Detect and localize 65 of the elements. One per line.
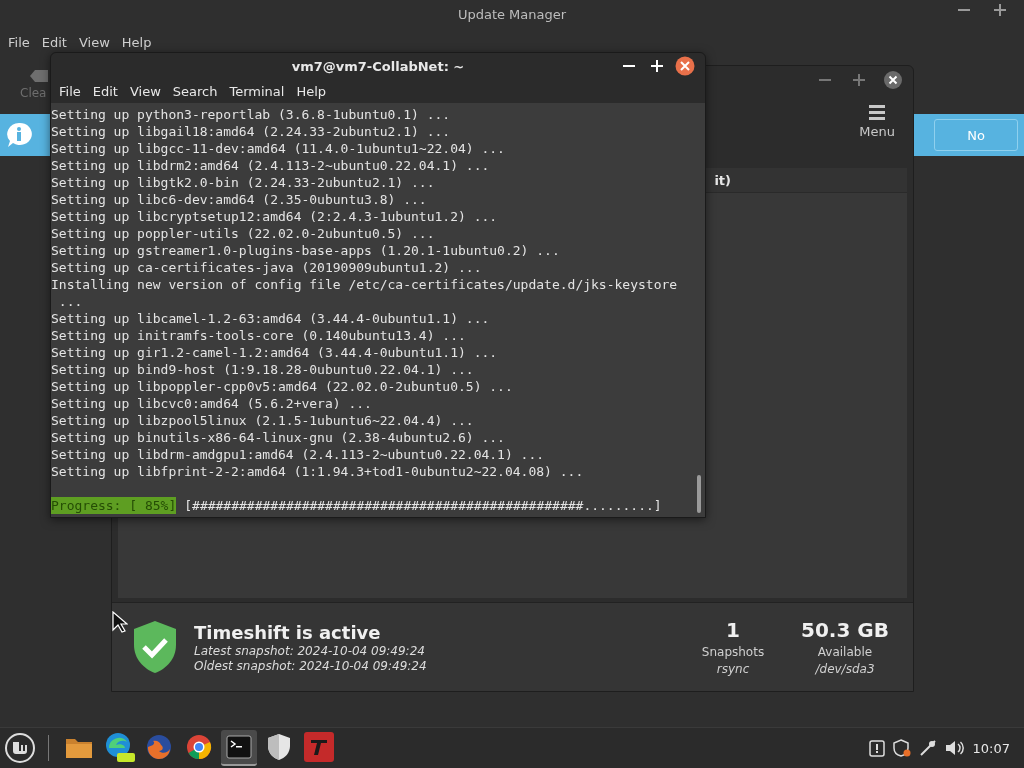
stat-value: 50.3 GB [801,618,889,642]
stat-label: Snapshots [701,645,765,659]
output-line: Setting up gir1.2-camel-1.2:amd64 (3.44.4-0ubuntu1.1) ... [51,344,499,361]
menu-item[interactable]: View [123,83,167,99]
output-line: Setting up binutils-x86-64-linux-gnu (2.38-4ubuntu2.6) ... [51,429,506,446]
output-line: ... [57,293,84,310]
stat-detail: rsync [716,662,750,676]
close-icon[interactable] [883,70,903,90]
output-line: Setting up libcryptsetup12:amd64 (2:2.4.3-1ubuntu1.2) ... [51,208,499,225]
scrollbar-thumb[interactable] [697,475,701,513]
output-line: Setting up poppler-utils (22.02.0-2ubuntu0.5) ... [51,225,436,242]
terminal-icon [226,735,252,759]
app-icon [304,732,334,762]
progress-label: Progress: [ 85%] [51,497,177,514]
output-line: Setting up python3-reportlab (3.6.8-1ubuntu0.1) ... [51,106,452,123]
output-line: Setting up ca-certificates-java (20190909ubuntu1.2) ... [51,259,483,276]
status-title: Timeshift is active [194,621,382,643]
output-line: Setting up libcamel-1.2-63:amd64 (3.44.4-0ubuntu1.1) ... [51,310,491,327]
window-title: Update Manager [457,6,567,22]
output-line: Setting up gstreamer1.0-plugins-base-apps (1.20.1-1ubuntu0.2) ... [51,242,561,259]
shield-icon[interactable] [892,739,911,757]
clock: 10:07 [972,740,1010,756]
window-title: vm7@vm7-CollabNet: ~ [291,58,465,74]
info-icon [6,122,32,148]
output-line: Setting up libgail18:amd64 (2.24.33-2ubuntu2.1) ... [51,123,452,140]
menu-item[interactable]: Terminal [223,83,291,99]
menu-item[interactable]: View [72,34,116,50]
menu-item[interactable]: Search [166,83,224,99]
output-line: Setting up libgcc-11-dev:amd64 (11.4.0-1ubuntu1~22.04) ... [51,140,506,157]
taskbar-app[interactable] [221,730,257,766]
menu-item[interactable]: Help [115,34,158,50]
menu-item[interactable]: File [53,83,87,99]
chrome-icon [185,733,213,761]
menu-item[interactable]: Edit [86,83,124,99]
menu-item[interactable]: File [2,34,36,50]
firefox-icon [145,733,173,761]
maximize-icon[interactable] [651,60,663,72]
oldest-snapshot: Oldest snapshot: 2024-10-04 09:49:24 [194,658,428,673]
close-icon[interactable] [675,56,695,76]
output-line: Setting up libpoppler-cpp0v5:amd64 (22.02.0-2ubuntu0.5) ... [51,378,514,395]
menu-button[interactable]: Menu [851,98,903,145]
volume-icon[interactable] [944,740,965,756]
browser-icon [103,732,135,762]
output-line: Setting up libcvc0:amd64 (5.6.2+vera) ... [51,395,373,412]
output-line: Setting up libc6-dev:amd64 (2.35-0ubuntu3.8) ... [51,191,428,208]
clipboard-icon[interactable] [868,739,885,757]
stat-value: 1 [726,618,740,642]
shield-check-icon [132,620,178,674]
clear-icon [30,70,48,82]
latest-snapshot: Latest snapshot: 2024-10-04 09:49:24 [194,643,426,658]
shield-icon [266,733,292,761]
menu-item[interactable]: Help [290,83,333,99]
progress-bar-text: [##################################################.........] [184,497,662,514]
menu-item[interactable]: Edit [35,34,73,50]
mint-menu-icon[interactable] [4,732,36,764]
output-line: Setting up bind9-host (1:9.18.28-0ubuntu0.22.04.1) ... [51,361,475,378]
output-line: Setting up libzpool5linux (2.1.5-1ubuntu6~22.04.4) ... [51,412,475,429]
output-line: Installing new version of config file /etc/ca-certificates/update.d/jks-keystore [51,276,679,293]
output-line: Setting up libfprint-2-2:amd64 (1:1.94.3+tod1-0ubuntu2~22.04.08) ... [51,463,585,480]
stat-detail: /dev/sda3 [815,662,875,676]
menu-icon [869,104,886,120]
cursor-icon [112,611,128,633]
output-line: Setting up initramfs-tools-core (0.140ubuntu13.4) ... [51,327,467,344]
output-line: Setting up libdrm-amdgpu1:amd64 (2.4.113-2~ubuntu0.22.04.1) ... [51,446,546,463]
stat-label: Available [817,645,873,659]
